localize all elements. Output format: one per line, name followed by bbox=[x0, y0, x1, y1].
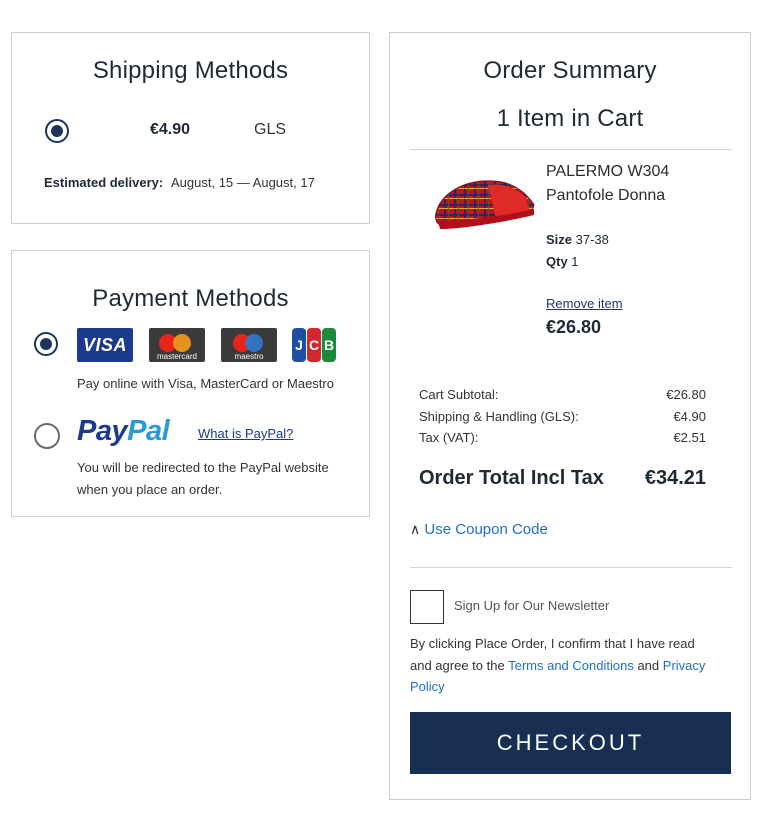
mastercard-label: mastercard bbox=[156, 352, 197, 361]
what-is-paypal-link[interactable]: What is PayPal? bbox=[198, 426, 293, 441]
product-size: Size 37-38 bbox=[546, 232, 609, 247]
maestro-icon: maestro bbox=[221, 328, 277, 362]
size-value: 37-38 bbox=[575, 232, 609, 247]
jcb-card-icon: J C B bbox=[292, 328, 336, 362]
product-price: €26.80 bbox=[546, 317, 602, 337]
payment-methods-title: Payment Methods bbox=[92, 285, 289, 312]
order-total-label: Order Total Incl Tax bbox=[419, 467, 604, 489]
newsletter-checkbox[interactable] bbox=[410, 590, 444, 624]
size-label: Size bbox=[546, 232, 573, 247]
subtotal-label: Cart Subtotal: bbox=[419, 387, 499, 402]
terms-conditions-link[interactable]: Terms and Conditions bbox=[508, 658, 634, 673]
terms-and: and bbox=[637, 658, 660, 673]
product-image bbox=[435, 180, 535, 229]
jcb-j: J bbox=[292, 328, 306, 362]
terms-line2: and agree to the Terms and Conditions an… bbox=[410, 658, 705, 673]
tax-value: €2.51 bbox=[673, 430, 706, 445]
mastercard-icon: mastercard bbox=[149, 328, 205, 362]
remove-item-link[interactable]: Remove item bbox=[546, 296, 623, 311]
checkout-button[interactable]: CHECKOUT bbox=[410, 712, 731, 774]
product-name-line2: Pantofole Donna bbox=[546, 187, 666, 204]
visa-label: VISA bbox=[82, 334, 127, 355]
paypal-description-line1: You will be redirected to the PayPal web… bbox=[77, 460, 329, 475]
paypal-description-line2: when you place an order. bbox=[77, 482, 223, 497]
shipping-handling-label: Shipping & Handling (GLS): bbox=[419, 409, 579, 424]
paypal-logo-pal: Pal bbox=[127, 415, 170, 447]
use-coupon-label: Use Coupon Code bbox=[424, 521, 548, 538]
paypal-logo: PayPal bbox=[77, 415, 170, 448]
terms-line1: By clicking Place Order, I confirm that … bbox=[410, 636, 695, 651]
use-coupon-toggle[interactable]: ∧ Use Coupon Code bbox=[410, 521, 548, 538]
shipping-carrier: GLS bbox=[254, 121, 287, 138]
privacy-policy-link-part1[interactable]: Privacy bbox=[663, 658, 706, 673]
shipping-price: €4.90 bbox=[150, 121, 191, 138]
maestro-blue-circle bbox=[245, 334, 263, 352]
subtotal-value: €26.80 bbox=[666, 387, 706, 402]
paypal-logo-pay: Pay bbox=[77, 415, 128, 447]
visa-card-icon: VISA bbox=[77, 328, 133, 362]
estimated-delivery-label: Estimated delivery: bbox=[44, 175, 164, 190]
divider bbox=[410, 567, 732, 568]
estimated-delivery-value: August, 15 — August, 17 bbox=[171, 175, 315, 190]
privacy-policy-link-part2[interactable]: Policy bbox=[410, 679, 445, 694]
card-payment-description: Pay online with Visa, MasterCard or Maes… bbox=[77, 376, 334, 391]
payment-card-radio[interactable] bbox=[34, 332, 58, 356]
chevron-up-icon: ∧ bbox=[410, 521, 421, 537]
cart-items-count: 1 Item in Cart bbox=[496, 105, 644, 132]
maestro-label: maestro bbox=[234, 352, 264, 361]
shipping-handling-value: €4.90 bbox=[673, 409, 706, 424]
jcb-c: C bbox=[307, 328, 321, 362]
order-summary-panel: Order Summary 1 Item in Cart PALERMO W30… bbox=[389, 32, 751, 800]
divider bbox=[410, 149, 732, 150]
payment-methods-panel: Payment Methods VISA mastercard maestro … bbox=[11, 250, 370, 517]
tax-label: Tax (VAT): bbox=[419, 430, 479, 445]
terms-prefix: and agree to the bbox=[410, 658, 505, 673]
shipping-gls-radio[interactable] bbox=[45, 119, 69, 143]
order-summary-title: Order Summary bbox=[483, 57, 657, 84]
qty-value: 1 bbox=[571, 254, 579, 269]
product-name-line1: PALERMO W304 bbox=[546, 163, 670, 180]
order-total-value: €34.21 bbox=[644, 467, 706, 489]
qty-label: Qty bbox=[546, 254, 568, 269]
payment-paypal-radio[interactable] bbox=[34, 423, 60, 449]
product-qty: Qty 1 bbox=[546, 254, 579, 269]
mastercard-orange-circle bbox=[173, 334, 191, 352]
shipping-methods-panel: Shipping Methods €4.90 GLS Estimated del… bbox=[11, 32, 370, 224]
shipping-methods-title: Shipping Methods bbox=[92, 57, 289, 84]
jcb-b: B bbox=[322, 328, 336, 362]
newsletter-label: Sign Up for Our Newsletter bbox=[454, 598, 610, 613]
